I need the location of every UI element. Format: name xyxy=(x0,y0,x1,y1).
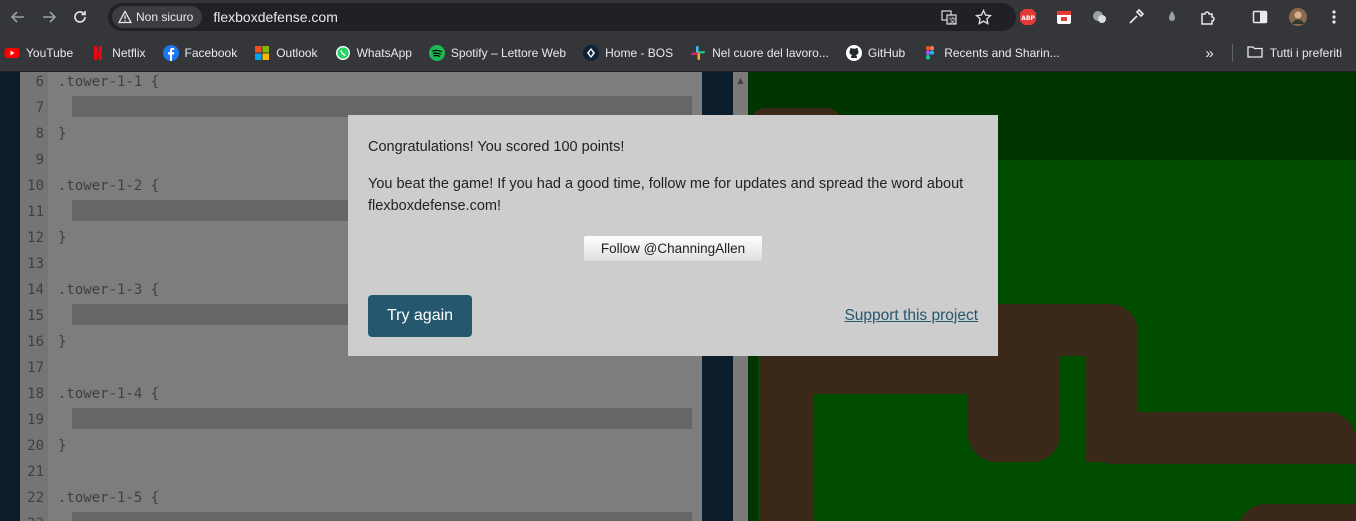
bos-icon xyxy=(583,44,600,61)
bookmark-label: Outlook xyxy=(276,45,318,60)
try-again-button[interactable]: Try again xyxy=(368,295,472,337)
bookmark-slack[interactable]: Nel cuore del lavoro... xyxy=(690,45,829,61)
url-text[interactable]: flexboxdefense.com xyxy=(213,9,338,25)
security-label: Non sicuro xyxy=(136,10,194,24)
all-bookmarks-label[interactable]: Tutti i preferiti xyxy=(1270,46,1342,60)
profile-avatar[interactable] xyxy=(1286,5,1310,29)
back-arrow-icon xyxy=(10,11,24,23)
score-message: Congratulations! You scored 100 points! xyxy=(368,139,625,155)
extensions-puzzle-icon[interactable] xyxy=(1196,5,1220,29)
reload-icon xyxy=(74,11,86,23)
translate-icon[interactable]: 文 xyxy=(938,6,960,28)
bookmark-whatsapp[interactable]: WhatsApp xyxy=(335,45,412,61)
adblock-extension-icon[interactable]: ABP xyxy=(1016,5,1040,29)
bookmark-label: Recents and Sharin... xyxy=(944,45,1060,60)
bookmark-label: Netflix xyxy=(112,45,146,60)
drop-extension-icon[interactable] xyxy=(1160,5,1184,29)
chrome-menu-icon[interactable] xyxy=(1322,5,1346,29)
address-bar[interactable]: Non sicuro flexboxdefense.com 文 xyxy=(108,3,1016,31)
figma-icon xyxy=(922,45,938,61)
spotify-icon xyxy=(428,44,445,61)
slack-icon xyxy=(690,45,706,61)
bookmark-label: GitHub xyxy=(867,45,906,60)
bookmark-netflix[interactable]: Netflix xyxy=(90,45,146,61)
bookmarks-bar: YouTube Netflix Facebook Outlook WhatsAp… xyxy=(0,34,1356,72)
win-message: You beat the game! If you had a good tim… xyxy=(368,176,964,214)
follow-twitter-button[interactable]: Follow @ChanningAllen xyxy=(583,235,763,262)
github-icon xyxy=(845,44,862,61)
bookmark-spotify[interactable]: Spotify – Lettore Web xyxy=(428,44,567,61)
back-button[interactable] xyxy=(5,4,31,30)
bookmark-label: Home - BOS xyxy=(605,45,674,60)
game-over-modal: Congratulations! You scored 100 points! … xyxy=(348,115,998,356)
calendar-extension-icon[interactable] xyxy=(1052,5,1076,29)
bookmark-home-bos[interactable]: Home - BOS xyxy=(583,44,674,61)
bookmark-star-icon[interactable] xyxy=(972,6,994,28)
svg-text:文: 文 xyxy=(949,16,956,25)
bookmark-label: Spotify – Lettore Web xyxy=(450,45,567,60)
bookmark-outlook[interactable]: Outlook xyxy=(254,45,318,61)
bookmark-figma[interactable]: Recents and Sharin... xyxy=(922,45,1060,61)
folder-icon xyxy=(1247,45,1263,62)
side-panel-icon[interactable] xyxy=(1248,5,1272,29)
youtube-icon xyxy=(4,45,20,61)
eyedropper-icon[interactable] xyxy=(1124,5,1148,29)
more-bookmarks-chevron-icon[interactable]: » xyxy=(1205,45,1213,62)
whatsapp-icon xyxy=(335,45,351,61)
warning-icon xyxy=(118,10,132,24)
support-project-link[interactable]: Support this project xyxy=(844,307,978,325)
bookmark-youtube[interactable]: YouTube xyxy=(4,45,73,61)
reload-button[interactable] xyxy=(67,4,93,30)
shield-extension-icon[interactable] xyxy=(1088,5,1112,29)
bookmark-label: YouTube xyxy=(26,45,74,60)
facebook-icon xyxy=(162,44,179,61)
bookmark-facebook[interactable]: Facebook xyxy=(162,44,238,61)
outlook-icon xyxy=(254,45,270,61)
security-chip[interactable]: Non sicuro xyxy=(112,6,203,28)
bookmark-label: Facebook xyxy=(184,45,238,60)
forward-arrow-icon xyxy=(43,11,57,23)
browser-toolbar: Non sicuro flexboxdefense.com 文 ABP xyxy=(0,0,1356,34)
bookmark-label: WhatsApp xyxy=(356,45,412,60)
svg-text:ABP: ABP xyxy=(1021,15,1035,22)
forward-button[interactable] xyxy=(36,4,62,30)
bookmark-label: Nel cuore del lavoro... xyxy=(712,45,829,60)
netflix-icon xyxy=(90,45,106,61)
bookmark-github[interactable]: GitHub xyxy=(845,44,906,61)
bookmarks-divider xyxy=(1231,44,1233,62)
